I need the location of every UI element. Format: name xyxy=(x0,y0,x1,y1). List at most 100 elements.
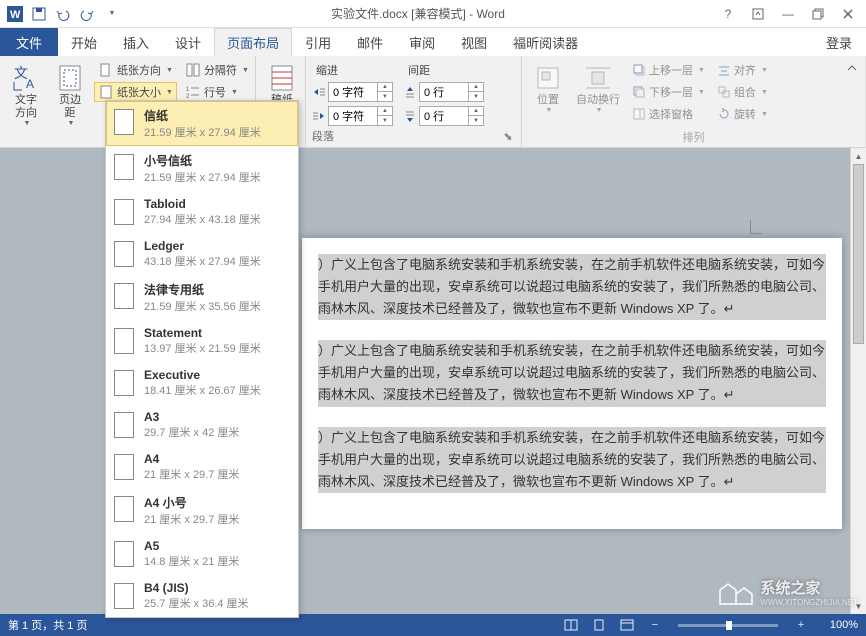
page-size-option[interactable]: 小号信纸 21.59 厘米 x 27.94 厘米 xyxy=(106,146,298,191)
spinner-down[interactable]: ▼ xyxy=(469,92,483,101)
svg-text:A: A xyxy=(26,77,34,91)
line-numbers-button[interactable]: 12 行号▼ xyxy=(181,82,253,102)
page-icon xyxy=(114,583,134,609)
space-after-spinner[interactable]: ▲▼ xyxy=(419,106,484,126)
spinner-down[interactable]: ▼ xyxy=(469,116,483,125)
zoom-slider-thumb[interactable] xyxy=(726,621,732,630)
page-size-dimensions: 43.18 厘米 x 27.94 厘米 xyxy=(144,253,290,269)
page-size-option[interactable]: A4 小号 21 厘米 x 29.7 厘米 xyxy=(106,488,298,533)
tab-mailings[interactable]: 邮件 xyxy=(344,28,396,56)
page-size-option[interactable]: B4 (JIS) 25.7 厘米 x 36.4 厘米 xyxy=(106,575,298,617)
page-size-option[interactable]: 信纸 21.59 厘米 x 27.94 厘米 xyxy=(106,101,298,146)
document-paragraph[interactable]: ）广义上包含了电脑系统安装和手机系统安装，在之前手机软件还电脑系统安装，可如今手… xyxy=(318,340,826,406)
zoom-out-button[interactable]: − xyxy=(644,616,666,634)
position-button[interactable]: 位置▼ xyxy=(528,60,568,116)
indent-left-input[interactable] xyxy=(329,86,377,98)
tab-insert[interactable]: 插入 xyxy=(110,28,162,56)
window-title: 实验文件.docx [兼容模式] - Word xyxy=(122,5,714,22)
spinner-up[interactable]: ▲ xyxy=(469,83,483,92)
align-button[interactable]: 对齐▼ xyxy=(713,60,772,80)
spinner-up[interactable]: ▲ xyxy=(469,107,483,116)
wrap-icon xyxy=(582,62,614,94)
page-size-option[interactable]: Executive 18.41 厘米 x 26.67 厘米 xyxy=(106,362,298,404)
tab-foxit[interactable]: 福昕阅读器 xyxy=(500,28,591,56)
page-size-name: B4 (JIS) xyxy=(144,581,290,595)
margins-button[interactable]: 页边距 ▼ xyxy=(50,60,90,129)
indent-right-spinner[interactable]: ▲▼ xyxy=(328,106,393,126)
space-before-spinner[interactable]: ▲▼ xyxy=(419,82,484,102)
page-size-option[interactable]: 法律专用纸 21.59 厘米 x 35.56 厘米 xyxy=(106,275,298,320)
page-icon xyxy=(114,328,134,354)
group-button[interactable]: 组合▼ xyxy=(713,82,772,102)
file-tab[interactable]: 文件 xyxy=(0,28,58,56)
page-icon xyxy=(114,454,134,480)
document-paragraph[interactable]: ）广义上包含了电脑系统安装和手机系统安装，在之前手机软件还电脑系统安装，可如今手… xyxy=(318,254,826,320)
zoom-in-button[interactable]: + xyxy=(790,616,812,634)
help-button[interactable]: ? xyxy=(714,3,742,25)
page-size-option[interactable]: Statement 13.97 厘米 x 21.59 厘米 xyxy=(106,320,298,362)
tab-view[interactable]: 视图 xyxy=(448,28,500,56)
indent-right-input[interactable] xyxy=(329,110,377,122)
tab-review[interactable]: 审阅 xyxy=(396,28,448,56)
scrollbar-thumb[interactable] xyxy=(853,164,864,344)
word-app-icon[interactable]: W xyxy=(4,3,26,25)
space-before-input[interactable] xyxy=(420,86,468,98)
minimize-button[interactable]: — xyxy=(774,3,802,25)
space-after-input[interactable] xyxy=(420,110,468,122)
bring-forward-icon xyxy=(632,63,646,77)
qat-customize-dropdown[interactable]: ▼ xyxy=(100,3,122,25)
page-size-button[interactable]: 纸张大小▼ xyxy=(94,82,177,102)
undo-button[interactable] xyxy=(52,3,74,25)
page-size-option[interactable]: A3 29.7 厘米 x 42 厘米 xyxy=(106,404,298,446)
spinner-up[interactable]: ▲ xyxy=(378,83,392,92)
text-direction-button[interactable]: 文A 文字方向 ▼ xyxy=(6,60,46,129)
tab-design[interactable]: 设计 xyxy=(162,28,214,56)
page-size-dimensions: 21.59 厘米 x 35.56 厘米 xyxy=(144,298,290,314)
tab-page-layout[interactable]: 页面布局 xyxy=(214,28,292,56)
bring-forward-button[interactable]: 上移一层▼ xyxy=(628,60,709,80)
print-layout-button[interactable] xyxy=(588,616,610,634)
close-button[interactable] xyxy=(834,3,862,25)
spacing-header-label: 间距 xyxy=(408,62,430,78)
zoom-slider[interactable] xyxy=(678,624,778,627)
page-icon xyxy=(114,412,134,438)
rotate-button[interactable]: 旋转▼ xyxy=(713,104,772,124)
breaks-button[interactable]: 分隔符▼ xyxy=(181,60,253,80)
document-page[interactable]: ）广义上包含了电脑系统安装和手机系统安装，在之前手机软件还电脑系统安装，可如今手… xyxy=(302,238,842,529)
paragraph-launcher[interactable]: ⬊ xyxy=(501,129,515,143)
selection-pane-button[interactable]: 选择窗格 xyxy=(628,104,709,124)
page-icon xyxy=(114,541,134,567)
page-size-option[interactable]: Ledger 43.18 厘米 x 27.94 厘米 xyxy=(106,233,298,275)
page-size-dimensions: 14.8 厘米 x 21 厘米 xyxy=(144,553,290,569)
vertical-scrollbar[interactable]: ▲ ▼ xyxy=(850,148,866,614)
login-link[interactable]: 登录 xyxy=(812,28,866,56)
redo-button[interactable] xyxy=(76,3,98,25)
wrap-text-button[interactable]: 自动换行▼ xyxy=(572,60,624,116)
page-size-icon xyxy=(98,84,114,100)
collapse-ribbon-button[interactable] xyxy=(842,60,862,76)
tab-references[interactable]: 引用 xyxy=(292,28,344,56)
scroll-up-button[interactable]: ▲ xyxy=(851,148,866,164)
read-mode-button[interactable] xyxy=(560,616,582,634)
page-size-menu: 信纸 21.59 厘米 x 27.94 厘米 小号信纸 21.59 厘米 x 2… xyxy=(105,100,299,618)
page-size-option[interactable]: Tabloid 27.94 厘米 x 43.18 厘米 xyxy=(106,191,298,233)
page-size-option[interactable]: A4 21 厘米 x 29.7 厘米 xyxy=(106,446,298,488)
orientation-button[interactable]: 纸张方向▼ xyxy=(94,60,177,80)
save-button[interactable] xyxy=(28,3,50,25)
tab-home[interactable]: 开始 xyxy=(58,28,110,56)
send-backward-button[interactable]: 下移一层▼ xyxy=(628,82,709,102)
line-numbers-icon: 12 xyxy=(185,84,201,100)
ribbon-display-button[interactable] xyxy=(744,3,772,25)
restore-button[interactable] xyxy=(804,3,832,25)
spinner-down[interactable]: ▼ xyxy=(378,116,392,125)
send-backward-icon xyxy=(632,85,646,99)
spinner-down[interactable]: ▼ xyxy=(378,92,392,101)
indent-left-spinner[interactable]: ▲▼ xyxy=(328,82,393,102)
page-size-name: Executive xyxy=(144,368,290,382)
document-paragraph[interactable]: ）广义上包含了电脑系统安装和手机系统安装，在之前手机软件还电脑系统安装，可如今手… xyxy=(318,427,826,493)
zoom-percentage[interactable]: 100% xyxy=(818,619,858,631)
page-indicator[interactable]: 第 1 页，共 1 页 xyxy=(8,617,87,633)
spinner-up[interactable]: ▲ xyxy=(378,107,392,116)
page-size-option[interactable]: A5 14.8 厘米 x 21 厘米 xyxy=(106,533,298,575)
web-layout-button[interactable] xyxy=(616,616,638,634)
